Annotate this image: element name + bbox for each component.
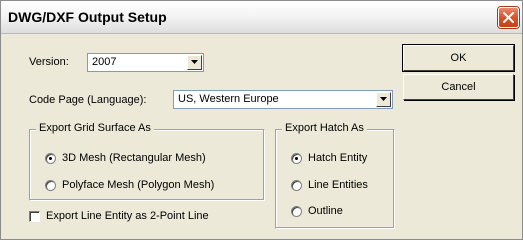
radio-label: 3D Mesh (Rectangular Mesh) — [62, 152, 206, 164]
version-value: 2007 — [92, 56, 117, 68]
code-page-label: Code Page (Language): — [29, 94, 147, 106]
radio-button[interactable] — [291, 206, 302, 217]
dialog-title: DWG/DXF Output Setup — [8, 9, 167, 25]
close-button[interactable] — [498, 7, 519, 28]
radio-button[interactable] — [45, 180, 56, 191]
ok-button[interactable]: OK — [402, 44, 515, 72]
chevron-down-icon — [380, 97, 387, 101]
export-line-entity-checkbox[interactable] — [29, 211, 40, 222]
code-page-select[interactable]: US, Western Europe — [173, 90, 393, 109]
export-hatch-title: Export Hatch As — [282, 122, 367, 134]
export-line-entity-label: Export Line Entity as 2-Point Line — [46, 210, 209, 222]
version-dropdown-button[interactable] — [187, 55, 202, 70]
radio-label: Polyface Mesh (Polygon Mesh) — [62, 179, 215, 191]
chevron-down-icon — [191, 60, 198, 64]
cancel-button[interactable]: Cancel — [403, 74, 514, 100]
radio-selected-dot — [49, 157, 52, 160]
export-grid-surface-title: Export Grid Surface As — [36, 122, 154, 134]
export-hatch-group: Export Hatch As Hatch Entity Line Entiti… — [275, 122, 395, 229]
version-label: Version: — [29, 56, 69, 68]
export-grid-surface-group: Export Grid Surface As 3D Mesh (Rectangu… — [29, 122, 265, 201]
code-page-value: US, Western Europe — [178, 93, 279, 105]
radio-button[interactable] — [291, 180, 302, 191]
radio-label: Hatch Entity — [308, 152, 368, 164]
radio-selected-dot — [295, 157, 298, 160]
radio-label: Outline — [308, 205, 343, 217]
radio-button[interactable] — [45, 153, 56, 164]
title-bar[interactable]: DWG/DXF Output Setup — [1, 1, 522, 34]
close-icon — [503, 12, 514, 23]
version-select[interactable]: 2007 — [87, 53, 204, 72]
dialog-window: DWG/DXF Output Setup Version: 2007 Code … — [0, 0, 523, 240]
code-page-dropdown-button[interactable] — [376, 92, 391, 107]
radio-label: Line Entities — [308, 179, 368, 191]
radio-button[interactable] — [291, 153, 302, 164]
